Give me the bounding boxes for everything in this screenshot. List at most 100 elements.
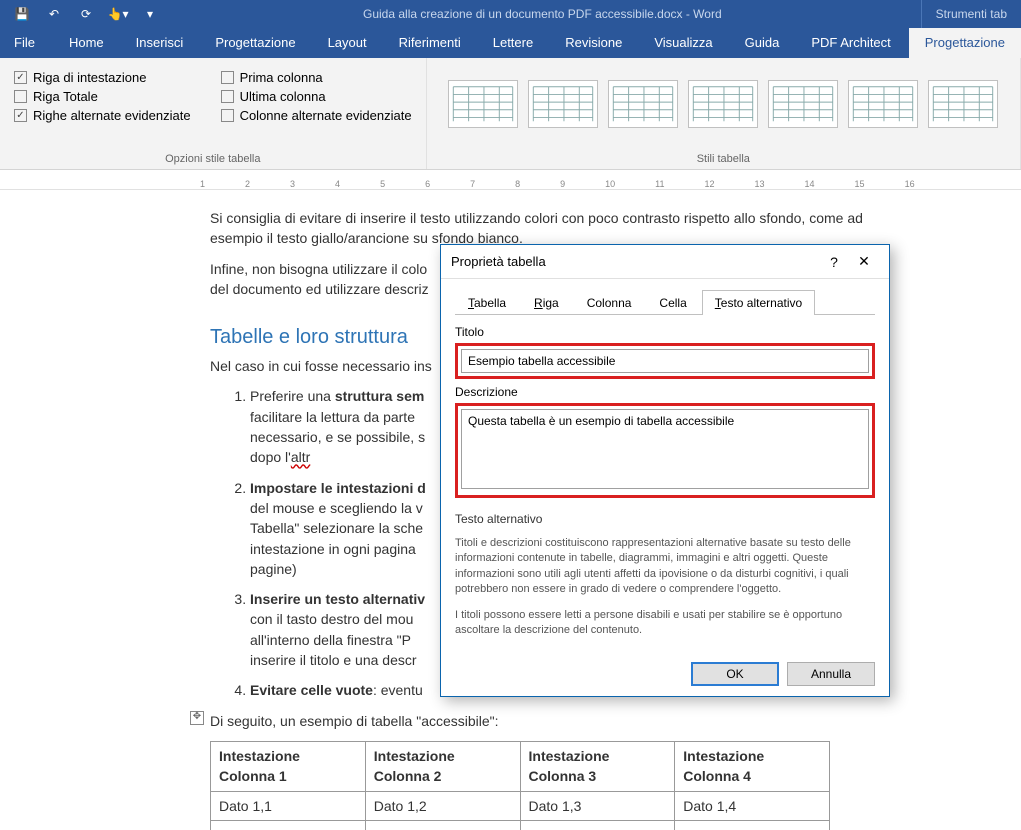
ruler-mark: 10 [605, 179, 615, 189]
table-styles-group: Stili tabella [427, 58, 1021, 169]
dialog-tab-alt-text[interactable]: Testo alternativo [702, 290, 815, 315]
help-heading: Testo alternativo [455, 512, 875, 526]
checkbox-label: Colonne alternate evidenziate [240, 108, 412, 123]
table-style-thumb[interactable] [768, 80, 838, 128]
table-cell[interactable]: Dato 2,3 [520, 820, 675, 830]
dialog-close-icon[interactable]: ✕ [849, 253, 879, 270]
dialog-tab-row[interactable]: Riga [521, 290, 572, 315]
tab-references[interactable]: Riferimenti [383, 28, 477, 58]
ruler-mark: 3 [290, 179, 295, 189]
checkbox-banded-rows[interactable]: Righe alternate evidenziate [14, 108, 191, 123]
tab-view[interactable]: Visualizza [638, 28, 728, 58]
table-move-handle-icon[interactable]: ✥ [190, 711, 204, 725]
table-style-thumb[interactable] [848, 80, 918, 128]
table-cell[interactable]: Dato 2,2 [365, 820, 520, 830]
checkbox-header-row[interactable]: Riga di intestazione [14, 70, 191, 85]
table-style-thumb[interactable] [528, 80, 598, 128]
save-icon[interactable]: 💾 [8, 2, 36, 26]
table-style-thumb[interactable] [448, 80, 518, 128]
ruler-mark: 12 [705, 179, 715, 189]
tab-table-design[interactable]: Progettazione [909, 28, 1021, 58]
tab-home[interactable]: Home [53, 28, 120, 58]
ruler-mark: 13 [755, 179, 765, 189]
ruler-mark: 7 [470, 179, 475, 189]
table-cell[interactable]: Dato 2,1 [211, 820, 366, 830]
table-style-options-group: Riga di intestazione Riga Totale Righe a… [0, 58, 427, 169]
table-header-cell[interactable]: Intestazione Colonna 4 [675, 741, 830, 791]
table-cell[interactable]: Dato 1,3 [520, 791, 675, 820]
dialog-title: Proprietà tabella [451, 254, 819, 269]
ruler-mark: 9 [560, 179, 565, 189]
qat-customize-icon[interactable]: ▾ [136, 2, 164, 26]
ruler-mark: 8 [515, 179, 520, 189]
table-style-thumb[interactable] [688, 80, 758, 128]
tab-file[interactable]: File [4, 28, 53, 58]
checkbox-label: Riga Totale [33, 89, 98, 104]
title-input[interactable] [461, 349, 869, 373]
table-style-thumb[interactable] [608, 80, 678, 128]
checkbox-icon [221, 90, 234, 103]
dialog-tab-cell[interactable]: Cella [646, 290, 699, 315]
checkbox-last-column[interactable]: Ultima colonna [221, 89, 412, 104]
help-text: I titoli possono essere letti a persone … [455, 608, 875, 639]
body-text: Si consiglia di evitare di inserire il t… [210, 208, 900, 249]
tab-help[interactable]: Guida [729, 28, 796, 58]
table-cell[interactable]: Dato 1,2 [365, 791, 520, 820]
cancel-button[interactable]: Annulla [787, 662, 875, 686]
example-table[interactable]: Intestazione Colonna 1Intestazione Colon… [210, 741, 830, 830]
table-style-thumb[interactable] [928, 80, 998, 128]
tab-design[interactable]: Progettazione [199, 28, 311, 58]
table-row[interactable]: Dato 2,1Dato 2,2Dato 2,3Dato 2,4 [211, 820, 830, 830]
horizontal-ruler[interactable]: 12345678910111213141516 [0, 170, 1021, 190]
ok-button[interactable]: OK [691, 662, 779, 686]
checkbox-icon [221, 109, 234, 122]
table-row[interactable]: Dato 1,1Dato 1,2Dato 1,3Dato 1,4 [211, 791, 830, 820]
document-title: Guida alla creazione di un documento PDF… [164, 7, 921, 21]
ribbon-tabs: File Home Inserisci Progettazione Layout… [0, 28, 1021, 58]
checkbox-first-column[interactable]: Prima colonna [221, 70, 412, 85]
checkbox-banded-columns[interactable]: Colonne alternate evidenziate [221, 108, 412, 123]
tab-pdf[interactable]: PDF Architect 5 Creator [795, 28, 908, 58]
table-header-cell[interactable]: Intestazione Colonna 3 [520, 741, 675, 791]
ruler-mark: 1 [200, 179, 205, 189]
context-tab-label: Strumenti tab [921, 0, 1021, 28]
dialog-tab-table[interactable]: Tabella [455, 290, 519, 315]
table-cell[interactable]: Dato 1,1 [211, 791, 366, 820]
checkbox-icon [14, 71, 27, 84]
tab-review[interactable]: Revisione [549, 28, 638, 58]
touch-icon[interactable]: 👆▾ [104, 2, 132, 26]
checkbox-total-row[interactable]: Riga Totale [14, 89, 191, 104]
checkbox-label: Righe alternate evidenziate [33, 108, 191, 123]
tab-layout[interactable]: Layout [312, 28, 383, 58]
ruler-mark: 2 [245, 179, 250, 189]
ruler-mark: 15 [855, 179, 865, 189]
checkbox-label: Riga di intestazione [33, 70, 146, 85]
ruler-mark: 4 [335, 179, 340, 189]
table-header-cell[interactable]: Intestazione Colonna 1 [211, 741, 366, 791]
checkbox-label: Ultima colonna [240, 89, 326, 104]
redo-icon[interactable]: ⟳ [72, 2, 100, 26]
tab-insert[interactable]: Inserisci [120, 28, 200, 58]
ruler-mark: 6 [425, 179, 430, 189]
checkbox-icon [221, 71, 234, 84]
ruler-mark: 16 [905, 179, 915, 189]
group-label-styles: Stili tabella [697, 153, 750, 165]
checkbox-icon [14, 90, 27, 103]
dialog-tab-column[interactable]: Colonna [574, 290, 645, 315]
title-field-label: Titolo [455, 325, 875, 339]
ruler-mark: 11 [655, 179, 664, 189]
table-header-cell[interactable]: Intestazione Colonna 2 [365, 741, 520, 791]
description-textarea[interactable] [461, 409, 869, 489]
body-text: Di seguito, un esempio di tabella "acces… [210, 711, 900, 731]
table-cell[interactable]: Dato 2,4 [675, 820, 830, 830]
tab-mailings[interactable]: Lettere [477, 28, 549, 58]
dialog-help-icon[interactable]: ? [819, 254, 849, 270]
ruler-mark: 14 [805, 179, 815, 189]
ruler-mark: 5 [380, 179, 385, 189]
ribbon-body: Riga di intestazione Riga Totale Righe a… [0, 58, 1021, 170]
undo-icon[interactable]: ↶ [40, 2, 68, 26]
checkbox-icon [14, 109, 27, 122]
table-cell[interactable]: Dato 1,4 [675, 791, 830, 820]
checkbox-label: Prima colonna [240, 70, 323, 85]
help-text: Titoli e descrizioni costituiscono rappr… [455, 536, 875, 598]
